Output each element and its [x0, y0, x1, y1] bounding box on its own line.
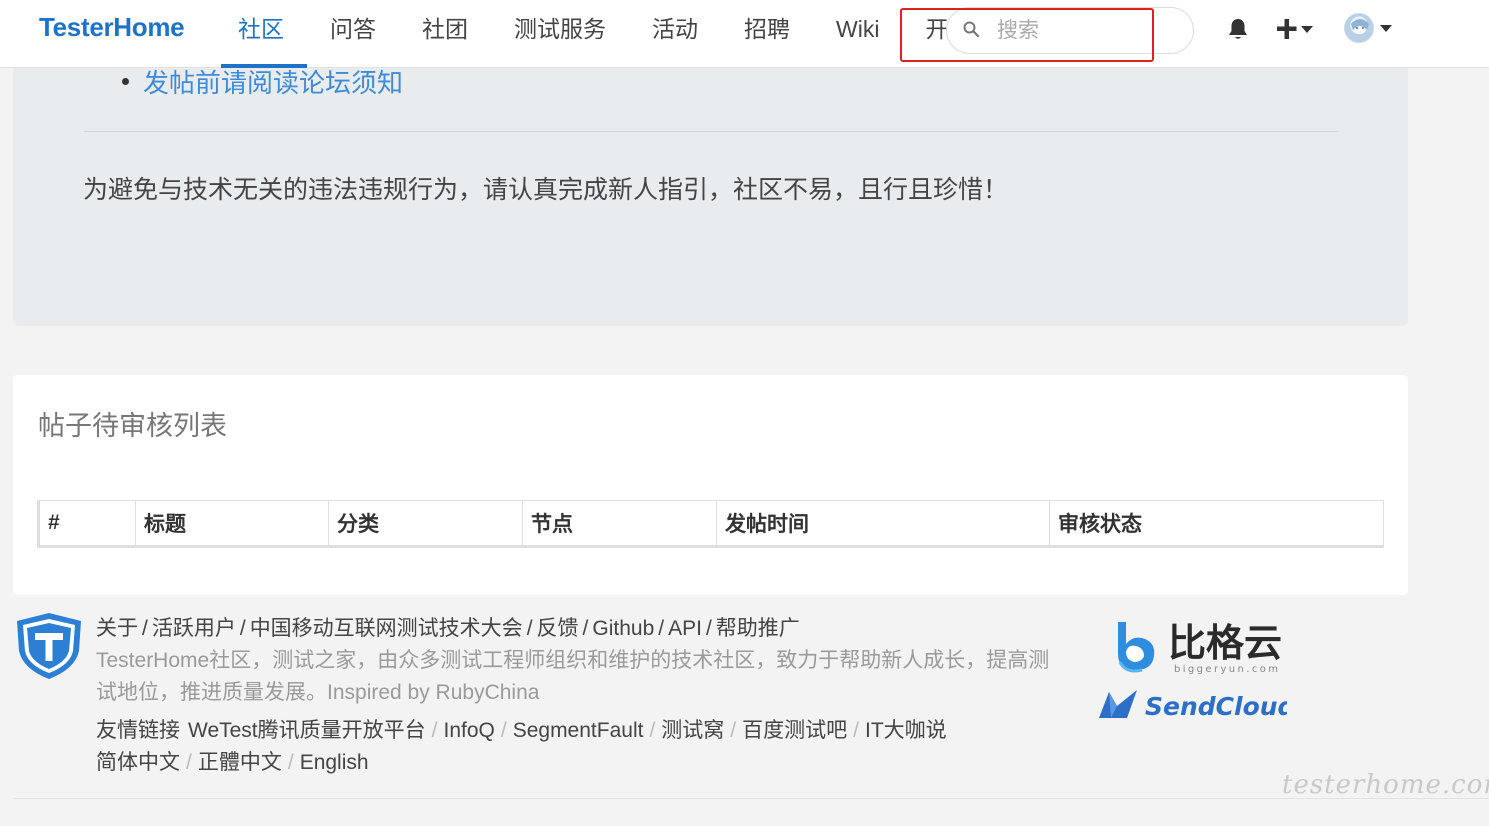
language-switcher: 简体中文 / 正體中文 / English — [96, 751, 369, 774]
main-nav: 社区 问答 社团 测试服务 活动 招聘 Wiki 开源项目 — [215, 0, 1040, 68]
nav-item-wiki[interactable]: Wiki — [813, 0, 902, 68]
biggeryun-domain: biggeryun.com — [1174, 664, 1280, 675]
search-input[interactable] — [997, 16, 1177, 46]
biggeryun-name: 比格云 — [1168, 621, 1282, 665]
bell-icon[interactable] — [1227, 17, 1249, 41]
column-header-post-time: 发帖时间 — [716, 500, 1050, 547]
lang-zh-tw[interactable]: 正體中文 — [198, 751, 282, 774]
nav-item-qa[interactable]: 问答 — [307, 0, 399, 68]
friend-link-testwo[interactable]: 测试窝 — [661, 719, 724, 742]
testerhome-shield-logo[interactable] — [13, 611, 85, 681]
sponsor-sendcloud-logo[interactable]: SendCloud — [1097, 686, 1287, 722]
column-header-node: 节点 — [522, 500, 717, 547]
avatar-image — [1351, 19, 1369, 34]
footer-bottom-divider — [13, 798, 1489, 799]
footer-links: 关于 / 活跃用户 / 中国移动互联网测试技术大会 / 反馈 / Github / API / 帮助推广 — [96, 617, 800, 640]
sponsor-biggeryun-logo[interactable]: 比格云 biggeryun.com — [1112, 614, 1292, 676]
lang-en[interactable]: English — [300, 751, 369, 774]
nav-item-jobs[interactable]: 招聘 — [721, 0, 813, 68]
footer-link-api[interactable]: API — [668, 617, 702, 640]
table-header-row: # 标题 分类 节点 发帖时间 审核状态 — [37, 500, 1384, 547]
friend-link-baidu-test[interactable]: 百度测试吧 — [742, 719, 847, 742]
nav-item-teams[interactable]: 社团 — [399, 0, 491, 68]
column-header-review-status: 审核状态 — [1049, 500, 1384, 547]
footer-link-github[interactable]: Github — [592, 617, 654, 640]
nav-item-events[interactable]: 活动 — [629, 0, 721, 68]
top-navbar: TesterHome 社区 问答 社团 测试服务 活动 招聘 Wiki 开源项目 — [0, 0, 1489, 68]
column-header-index: # — [37, 500, 136, 547]
new-post-menu[interactable] — [1276, 16, 1316, 42]
pending-review-table: # 标题 分类 节点 发帖时间 审核状态 — [37, 500, 1384, 548]
sendcloud-name: SendCloud — [1145, 692, 1287, 721]
footer-link-active-users[interactable]: 活跃用户 — [152, 617, 236, 640]
chevron-down-icon — [1380, 25, 1392, 32]
notice-panel: 发帖前请阅读论坛须知 为避免与技术无关的违法违规行为，请认真完成新人指引，社区不… — [13, 60, 1408, 326]
friend-links: 友情链接 WeTest腾讯质量开放平台 / InfoQ / SegmentFault / 测试… — [96, 719, 947, 742]
column-header-category: 分类 — [328, 500, 523, 547]
search-box[interactable] — [946, 7, 1194, 54]
chevron-down-icon — [1301, 26, 1313, 33]
friend-link-itdakashuo[interactable]: IT大咖说 — [865, 719, 947, 742]
user-menu[interactable] — [1344, 13, 1396, 45]
lang-zh-cn[interactable]: 简体中文 — [96, 751, 180, 774]
pending-review-card: 帖子待审核列表 # 标题 分类 节点 发帖时间 审核状态 — [13, 375, 1408, 595]
avatar[interactable] — [1344, 13, 1374, 43]
plus-icon — [1277, 19, 1297, 39]
friend-link-infoq[interactable]: InfoQ — [443, 719, 494, 742]
friend-link-segmentfault[interactable]: SegmentFault — [513, 719, 644, 742]
notice-divider — [84, 131, 1338, 132]
footer-link-mtsc[interactable]: 中国移动互联网测试技术大会 — [250, 617, 523, 640]
forum-rules-link[interactable]: 发帖前请阅读论坛须知 — [121, 63, 403, 100]
footer-link-feedback[interactable]: 反馈 — [537, 617, 579, 640]
footer-link-promote[interactable]: 帮助推广 — [716, 617, 800, 640]
nav-item-community[interactable]: 社区 — [215, 0, 307, 68]
notice-text: 为避免与技术无关的违法违规行为，请认真完成新人指引，社区不易，且行且珍惜！ — [83, 176, 1009, 204]
watermark: testerhome.com — [1282, 770, 1489, 800]
nav-item-testing-services[interactable]: 测试服务 — [491, 0, 629, 68]
friend-links-label: 友情链接 — [96, 719, 180, 742]
footer-description: TesterHome社区，测试之家，由众多测试工程师组织和维护的技术社区，致力于… — [96, 649, 1050, 704]
friend-link-wetest[interactable]: WeTest腾讯质量开放平台 — [188, 719, 426, 742]
column-header-title: 标题 — [135, 500, 329, 547]
footer-link-about[interactable]: 关于 — [96, 617, 138, 640]
search-icon — [963, 21, 979, 37]
card-title: 帖子待审核列表 — [38, 411, 227, 441]
brand-logo[interactable]: TesterHome — [39, 12, 185, 43]
